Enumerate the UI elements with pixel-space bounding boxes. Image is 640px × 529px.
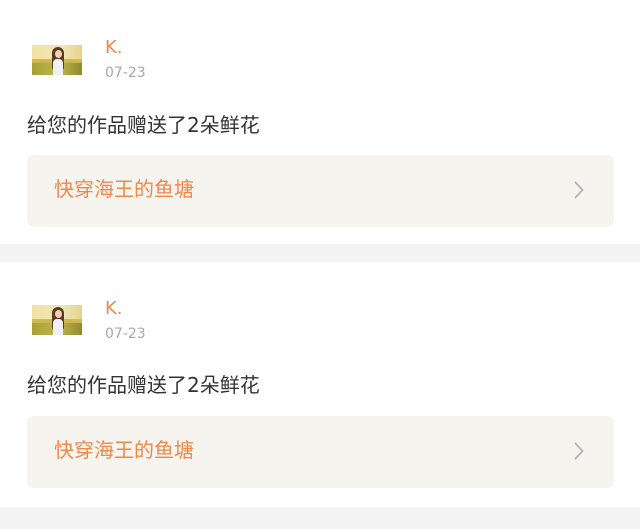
- avatar[interactable]: [32, 305, 82, 335]
- chevron-right-icon: [574, 181, 584, 199]
- notification-message: 给您的作品赠送了2朵鲜花: [27, 113, 260, 137]
- notification-message: 给您的作品赠送了2朵鲜花: [27, 373, 260, 397]
- avatar-face: [55, 310, 62, 318]
- notification-card: K. 07-23 给您的作品赠送了2朵鲜花 快穿海王的鱼塘: [0, 0, 640, 244]
- avatar[interactable]: [32, 45, 82, 75]
- chevron-right-icon: [574, 442, 584, 460]
- username[interactable]: K.: [105, 300, 123, 318]
- timestamp: 07-23: [105, 326, 146, 342]
- work-title: 快穿海王的鱼塘: [54, 438, 194, 462]
- notification-card: K. 07-23 给您的作品赠送了2朵鲜花 快穿海王的鱼塘: [0, 262, 640, 507]
- work-title: 快穿海王的鱼塘: [54, 177, 194, 201]
- avatar-dress: [53, 319, 63, 335]
- avatar-face: [55, 50, 62, 58]
- work-link[interactable]: 快穿海王的鱼塘: [27, 416, 614, 488]
- work-link[interactable]: 快穿海王的鱼塘: [27, 155, 614, 227]
- avatar-dress: [53, 59, 63, 75]
- timestamp: 07-23: [105, 65, 146, 81]
- username[interactable]: K.: [105, 39, 123, 57]
